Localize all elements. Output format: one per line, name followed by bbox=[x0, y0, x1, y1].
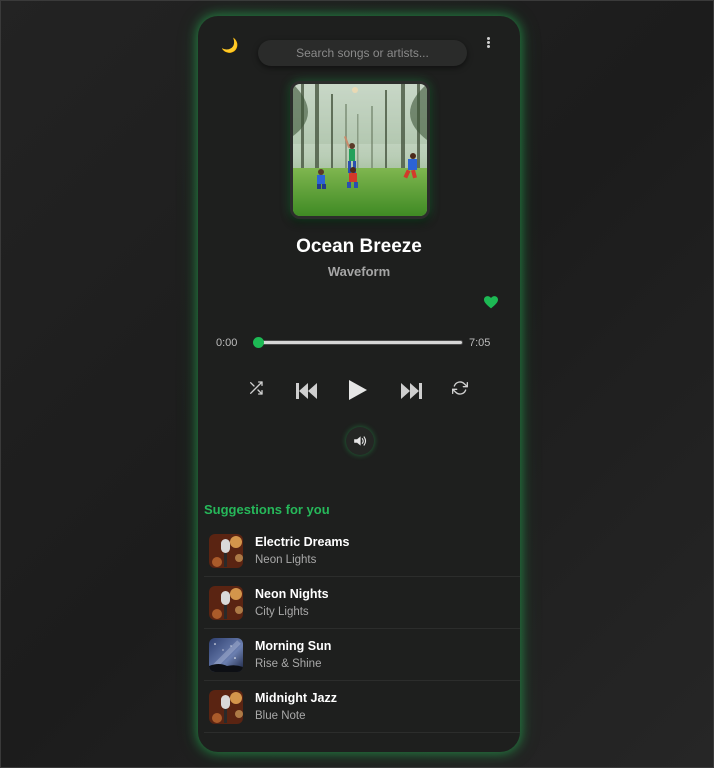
total-time: 7:05 bbox=[469, 337, 491, 349]
suggestion-artist: City Lights bbox=[255, 606, 309, 618]
progress-track bbox=[258, 341, 462, 344]
heart-icon bbox=[484, 296, 498, 309]
suggestion-artist: Blue Note bbox=[255, 710, 306, 722]
progress-slider[interactable] bbox=[253, 337, 462, 348]
moon-icon: 🌙 bbox=[221, 38, 239, 54]
theme-toggle-button[interactable]: 🌙 bbox=[218, 34, 242, 58]
previous-button[interactable] bbox=[296, 382, 318, 400]
track-artist: Waveform bbox=[327, 264, 391, 279]
microphone-art bbox=[209, 534, 243, 568]
volume-button[interactable] bbox=[346, 427, 374, 455]
next-button[interactable] bbox=[400, 382, 422, 400]
suggestion-thumbnail bbox=[209, 638, 243, 672]
suggestion-title: Neon Nights bbox=[255, 587, 329, 601]
microphone-art bbox=[209, 690, 243, 724]
suggestions-list: Electric Dreams Neon Lights Neon Nights … bbox=[204, 525, 520, 733]
skip-next-icon bbox=[401, 383, 422, 399]
suggestion-title: Midnight Jazz bbox=[255, 691, 337, 705]
suggestion-item[interactable]: Morning Sun Rise & Shine bbox=[204, 629, 520, 681]
repeat-icon bbox=[452, 381, 468, 395]
play-button[interactable] bbox=[348, 379, 368, 401]
suggestion-item[interactable]: Midnight Jazz Blue Note bbox=[204, 681, 520, 733]
suggestion-thumbnail bbox=[209, 534, 243, 568]
night-sky-art bbox=[209, 638, 243, 672]
suggestion-item[interactable]: Electric Dreams Neon Lights bbox=[204, 525, 520, 577]
suggestion-artist: Rise & Shine bbox=[255, 658, 322, 670]
more-options-button[interactable] bbox=[478, 32, 498, 52]
repeat-button[interactable] bbox=[452, 380, 468, 396]
kebab-menu-icon bbox=[487, 37, 490, 40]
shuffle-icon bbox=[250, 381, 263, 395]
skip-previous-icon bbox=[296, 383, 317, 399]
volume-icon bbox=[354, 436, 367, 446]
suggestions-heading: Suggestions for you bbox=[204, 502, 330, 517]
suggestion-thumbnail bbox=[209, 586, 243, 620]
kebab-menu-icon-dot bbox=[487, 41, 490, 44]
suggestion-artist: Neon Lights bbox=[255, 554, 317, 566]
suggestion-title: Electric Dreams bbox=[255, 535, 350, 549]
suggestion-thumbnail bbox=[209, 690, 243, 724]
track-title: Ocean Breeze bbox=[296, 236, 422, 257]
kebab-menu-icon-dot bbox=[487, 45, 490, 48]
music-player-card: 🌙 Search songs or artists... Ocean Breez… bbox=[198, 16, 520, 752]
shuffle-button[interactable] bbox=[248, 380, 264, 396]
suggestion-item[interactable]: Neon Nights City Lights bbox=[204, 577, 520, 629]
like-button[interactable] bbox=[484, 294, 500, 310]
album-art bbox=[290, 81, 430, 219]
search-input[interactable] bbox=[258, 40, 467, 66]
play-icon bbox=[349, 380, 367, 400]
current-time: 0:00 bbox=[216, 337, 238, 349]
suggestion-title: Morning Sun bbox=[255, 639, 332, 653]
progress-thumb[interactable] bbox=[253, 337, 264, 348]
microphone-art bbox=[209, 586, 243, 620]
album-art-image bbox=[293, 84, 427, 216]
